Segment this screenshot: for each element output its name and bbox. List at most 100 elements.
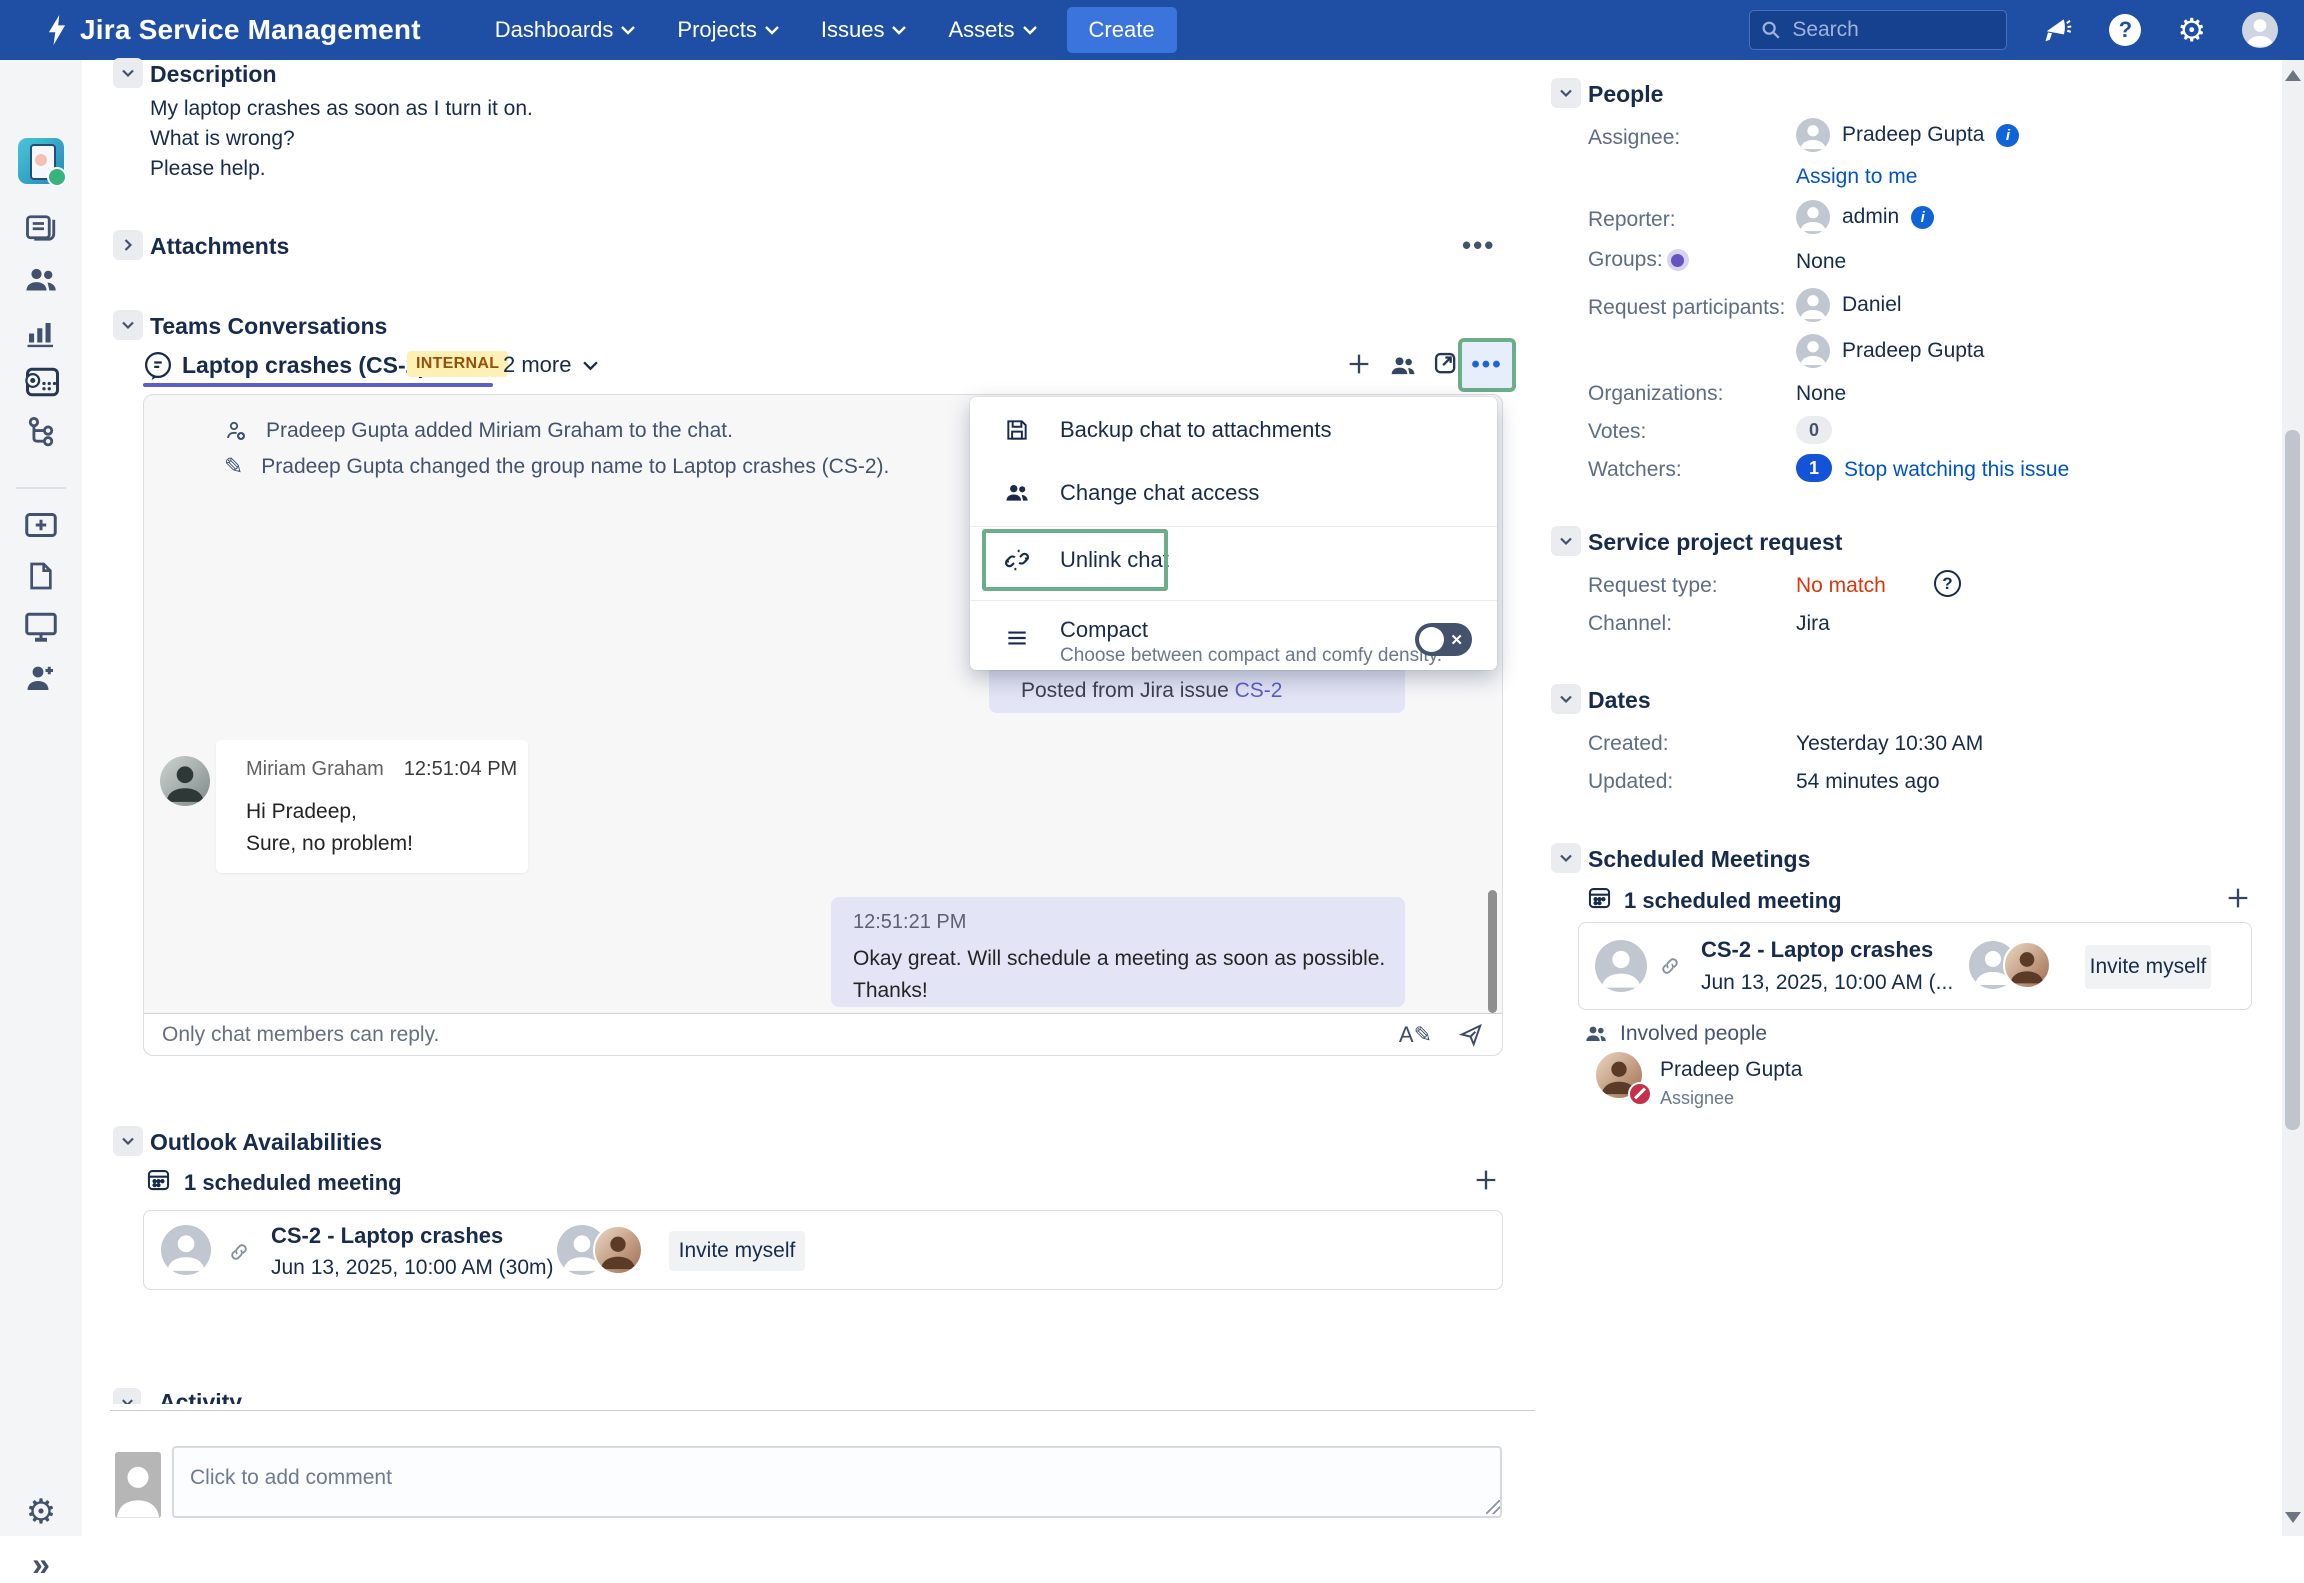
add-meeting-plus-icon[interactable] (1472, 1166, 1500, 1194)
chat-options-menu: Backup chat to attachments Change chat a… (970, 397, 1497, 670)
chat-tab-title[interactable]: Laptop crashes (CS-2) (182, 352, 426, 379)
chevron-down-icon (892, 25, 906, 35)
unlink-highlight-ring (982, 529, 1168, 591)
menu-item-backup-chat[interactable]: Backup chat to attachments (970, 397, 1497, 463)
watchers-badge: 1 (1796, 454, 1832, 482)
question-circle-icon[interactable]: ? (1934, 570, 1961, 597)
participant-name[interactable]: Daniel (1842, 293, 1902, 317)
nav-dashboards[interactable]: Dashboards (495, 17, 636, 43)
meeting-datetime: Jun 13, 2025, 10:00 AM (... (1701, 971, 1953, 995)
meetings-collapse-chevron[interactable] (1551, 843, 1581, 873)
reports-icon[interactable] (0, 314, 82, 350)
participant-name[interactable]: Pradeep Gupta (1842, 339, 1984, 363)
send-icon[interactable] (1458, 1022, 1484, 1048)
outlook-meeting-card[interactable]: CS-2 - Laptop crashes Jun 13, 2025, 10:0… (143, 1210, 1503, 1290)
comment-input[interactable] (172, 1446, 1502, 1518)
top-navbar: Jira Service Management Dashboards Proje… (0, 0, 2304, 60)
meetings-title: Scheduled Meetings (1588, 846, 1810, 873)
customers-icon[interactable] (0, 262, 82, 298)
chevron-down-icon (1558, 850, 1574, 866)
outlook-calendar-icon[interactable] (0, 364, 82, 400)
user-avatar[interactable] (2242, 12, 2278, 48)
stop-watching-link[interactable]: Stop watching this issue (1844, 458, 2069, 482)
involved-person-role: Assignee (1660, 1088, 1734, 1109)
chat-more-options-button[interactable]: ••• (1458, 338, 1516, 392)
issue-link[interactable]: CS-2 (1235, 679, 1283, 702)
add-shortcut-icon[interactable] (0, 510, 82, 540)
dates-collapse-chevron[interactable] (1551, 684, 1581, 714)
hierarchy-icon[interactable] (0, 414, 82, 450)
document-icon[interactable] (0, 558, 82, 594)
scroll-up-arrow[interactable] (2285, 70, 2301, 81)
description-line: My laptop crashes as soon as I turn it o… (150, 97, 533, 121)
save-icon (1004, 417, 1030, 443)
add-meeting-plus-icon[interactable] (2224, 884, 2252, 912)
chevron-down-icon (1558, 691, 1574, 707)
page-scrollbar-thumb[interactable] (2285, 430, 2300, 1130)
chat-message-incoming: Miriam Graham 12:51:04 PM Hi Pradeep, Su… (216, 740, 528, 873)
invite-myself-button[interactable]: Invite myself (669, 1231, 805, 1271)
outlook-meeting-count: 1 scheduled meeting (184, 1170, 402, 1196)
outlook-title: Outlook Availabilities (150, 1129, 382, 1156)
chat-scrollbar-thumb[interactable] (1488, 890, 1497, 1013)
more-chats-dropdown[interactable]: 2 more (503, 352, 598, 378)
chat-members-icon[interactable] (1388, 352, 1418, 380)
attachments-more-icon[interactable]: ••• (1462, 230, 1495, 261)
scroll-down-arrow[interactable] (2285, 1512, 2301, 1523)
invite-myself-button[interactable]: Invite myself (2085, 945, 2211, 989)
menu-item-change-access[interactable]: Change chat access (970, 463, 1497, 523)
request-title: Service project request (1588, 529, 1842, 556)
open-in-teams-icon[interactable] (1432, 350, 1460, 378)
outlook-collapse-chevron[interactable] (113, 1126, 143, 1156)
search-box[interactable] (1749, 10, 2007, 50)
teams-collapse-chevron[interactable] (113, 310, 143, 340)
help-icon[interactable]: ? (2109, 14, 2141, 46)
invite-people-icon[interactable] (0, 660, 82, 696)
info-icon[interactable]: i (1996, 124, 2019, 147)
create-button[interactable]: Create (1067, 7, 1177, 53)
scheduled-meeting-card[interactable]: CS-2 - Laptop crashes Jun 13, 2025, 10:0… (1578, 922, 2252, 1010)
assignee-name[interactable]: Pradeep Gupta (1842, 123, 1984, 147)
organizations-value: None (1796, 382, 1846, 406)
groups-value: None (1796, 250, 1846, 274)
megaphone-icon[interactable] (2043, 15, 2073, 45)
search-input[interactable] (1790, 17, 1984, 43)
expand-sidebar-icon[interactable]: » (0, 1546, 82, 1583)
queues-icon[interactable] (0, 210, 82, 246)
new-chat-plus-icon[interactable] (1345, 350, 1373, 378)
calendar-icon (1586, 884, 1613, 911)
people-collapse-chevron[interactable] (1551, 78, 1581, 108)
info-icon[interactable]: i (1911, 206, 1934, 229)
votes-badge: 0 (1796, 416, 1832, 444)
assign-to-me-link[interactable]: Assign to me (1796, 165, 1917, 189)
compact-toggle[interactable]: ✕ (1415, 623, 1472, 656)
project-settings-gear-icon[interactable]: ⚙ (0, 1492, 82, 1532)
description-collapse-chevron[interactable] (113, 58, 143, 88)
compact-description: Choose between compact and comfy density… (1060, 645, 1442, 667)
compact-title: Compact (1060, 617, 1442, 643)
avatar-miriam (160, 756, 210, 806)
textarea-resize-handle[interactable] (1486, 1500, 1500, 1514)
internal-badge: INTERNAL (407, 351, 508, 377)
desktop-icon[interactable] (0, 610, 82, 644)
project-avatar[interactable] (0, 138, 82, 184)
left-sidebar: ⚙ » (0, 60, 82, 1536)
meeting-datetime: Jun 13, 2025, 10:00 AM (30m) (271, 1256, 554, 1280)
description-line: Please help. (150, 157, 266, 181)
attachments-expand-chevron[interactable] (113, 230, 143, 260)
activity-collapse-chevron[interactable] (113, 1388, 141, 1404)
format-text-icon[interactable]: A✎ (1399, 1022, 1432, 1048)
dates-title: Dates (1588, 687, 1651, 714)
bolt-icon (44, 15, 70, 45)
request-collapse-chevron[interactable] (1551, 526, 1581, 556)
person-add-icon (224, 419, 248, 443)
created-value: Yesterday 10:30 AM (1796, 732, 1983, 756)
settings-gear-icon[interactable]: ⚙ (2177, 14, 2206, 46)
nav-assets[interactable]: Assets (948, 17, 1036, 43)
nav-projects[interactable]: Projects (677, 17, 778, 43)
app-logo[interactable]: Jira Service Management (44, 14, 421, 46)
nav-issues[interactable]: Issues (821, 17, 907, 43)
assignee-label: Assignee: (1588, 126, 1680, 150)
app-title: Jira Service Management (80, 14, 421, 46)
reporter-name[interactable]: admin (1842, 205, 1899, 229)
